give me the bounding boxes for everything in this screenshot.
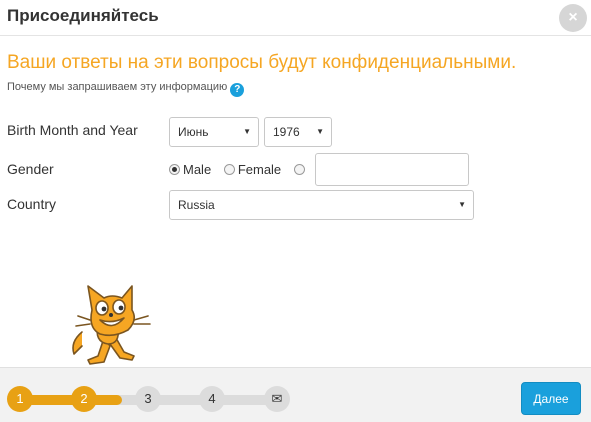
birth-month-value: Июнь [178, 125, 209, 139]
birth-year-value: 1976 [273, 125, 300, 139]
country-select[interactable]: Russia ▼ [169, 190, 474, 220]
question-icon[interactable]: ? [230, 83, 245, 97]
gender-label: Gender [7, 161, 54, 177]
radio-female[interactable] [223, 164, 235, 175]
envelope-icon: ✉ [264, 386, 290, 412]
step-2: 2 [71, 386, 97, 412]
privacy-headline: Ваши ответы на эти вопросы будут конфиде… [7, 52, 517, 73]
dropdown-arrow-icon: ▼ [243, 127, 251, 136]
gender-option-female[interactable]: Female [223, 162, 282, 177]
gender-male-label: Male [183, 162, 212, 177]
gender-radio-group: Male Female [169, 162, 317, 177]
gender-option-other[interactable] [293, 162, 308, 177]
gender-other-input[interactable] [315, 153, 469, 186]
birth-year-select[interactable]: 1976 ▼ [264, 117, 332, 147]
gender-option-male[interactable]: Male [169, 162, 211, 177]
step-4: 4 [199, 386, 225, 412]
step-3: 3 [135, 386, 161, 412]
gender-female-label: Female [237, 162, 282, 177]
birth-label: Birth Month and Year [7, 122, 138, 138]
step-1: 1 [7, 386, 33, 412]
why-info-link[interactable]: Почему мы запрашиваем эту информацию [7, 81, 227, 93]
dropdown-arrow-icon: ▼ [458, 200, 466, 209]
wizard-footer: 1 2 3 4 ✉ Далее [0, 367, 591, 422]
why-info-text: Почему мы запрашиваем эту информацию? [7, 81, 245, 97]
close-icon: × [568, 9, 578, 26]
radio-male[interactable] [169, 164, 180, 175]
next-button[interactable]: Далее [521, 382, 581, 415]
scratch-cat-mascot [72, 285, 151, 365]
birth-month-select[interactable]: Июнь ▼ [169, 117, 259, 147]
country-value: Russia [178, 198, 215, 212]
dropdown-arrow-icon: ▼ [316, 127, 324, 136]
country-label: Country [7, 196, 57, 212]
dialog-title: Присоединяйтесь [7, 6, 159, 25]
radio-other[interactable] [293, 164, 305, 175]
dialog-header: Присоединяйтесь × [0, 0, 591, 36]
close-button[interactable]: × [559, 4, 587, 32]
